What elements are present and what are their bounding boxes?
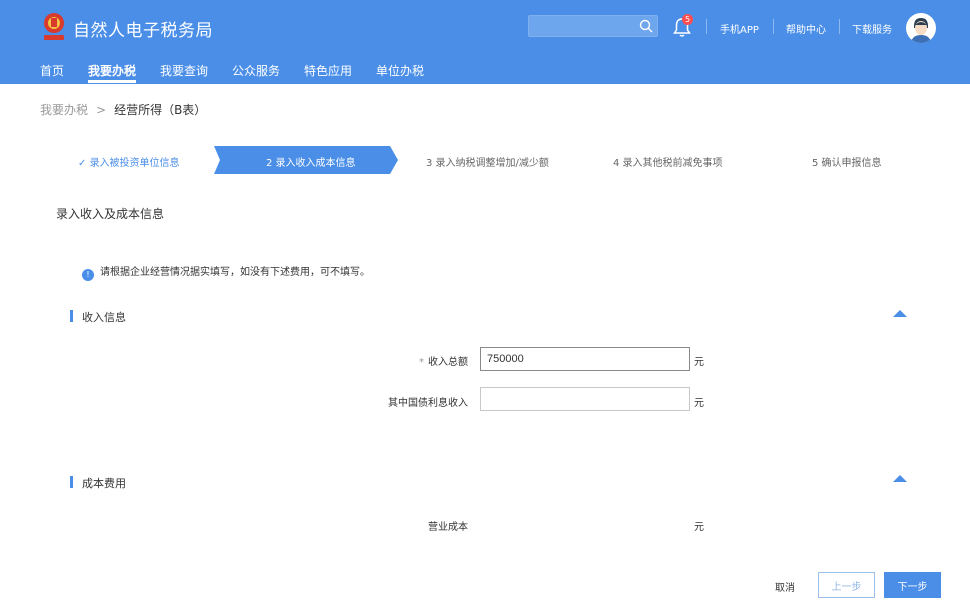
mobile-app-link[interactable]: 手机APP bbox=[720, 21, 759, 36]
help-center-link[interactable]: 帮助中心 bbox=[786, 21, 826, 36]
step-2[interactable]: 2 录入收入成本信息 bbox=[266, 154, 356, 169]
nav-item-employer-tax[interactable]: 单位办税 bbox=[376, 62, 424, 79]
check-icon: ✓ bbox=[78, 158, 90, 169]
divider bbox=[706, 19, 707, 34]
search-box[interactable] bbox=[528, 15, 658, 37]
notification-badge: 5 bbox=[682, 14, 693, 25]
group-marker bbox=[70, 310, 73, 322]
prev-step-button[interactable]: 上一步 bbox=[818, 572, 875, 598]
step-5[interactable]: 5 确认申报信息 bbox=[812, 154, 882, 169]
notice-text: 请根据企业经营情况据实填写，如没有下述费用，可不填写。 bbox=[100, 267, 370, 278]
bond-interest-label: 其中国债利息收入 bbox=[388, 398, 468, 409]
breadcrumb-current: 经营所得（B表） bbox=[114, 103, 207, 117]
download-service-link[interactable]: 下载服务 bbox=[852, 21, 892, 36]
nav-item-public-service[interactable]: 公众服务 bbox=[232, 62, 280, 79]
required-mark: * bbox=[419, 357, 424, 368]
step-4[interactable]: 4 录入其他税前减免事项 bbox=[613, 154, 723, 169]
bond-interest-input[interactable] bbox=[480, 387, 690, 411]
total-income-input[interactable] bbox=[480, 347, 690, 371]
nav-item-query[interactable]: 我要查询 bbox=[160, 62, 208, 79]
operating-cost-label: 营业成本 bbox=[428, 522, 468, 533]
nav-item-home[interactable]: 首页 bbox=[40, 62, 64, 79]
unit-label: 元 bbox=[694, 357, 704, 368]
nav-item-featured-apps[interactable]: 特色应用 bbox=[304, 62, 352, 79]
unit-label: 元 bbox=[694, 398, 704, 409]
step-progress: ✓ 录入被投资单位信息 2 录入收入成本信息 3 录入纳税调整增加/减少额 4 … bbox=[0, 146, 970, 174]
income-group-title: 收入信息 bbox=[82, 311, 126, 324]
divider bbox=[839, 19, 840, 34]
avatar-icon bbox=[911, 18, 931, 43]
divider bbox=[773, 19, 774, 34]
chevron-right-icon: > bbox=[96, 103, 107, 117]
cost-group-title: 成本费用 bbox=[82, 477, 126, 490]
step-1-label: 录入被投资单位信息 bbox=[89, 158, 180, 169]
collapse-caret-icon[interactable] bbox=[893, 310, 907, 317]
site-title: 自然人电子税务局 bbox=[73, 21, 213, 41]
notice: ! 请根据企业经营情况据实填写，如没有下述费用，可不填写。 bbox=[82, 263, 370, 281]
step-1[interactable]: ✓ 录入被投资单位信息 bbox=[78, 154, 180, 169]
header: 自然人电子税务局 5 手机APP 帮助中心 下载服务 首页 我要办税 我要查询 … bbox=[0, 0, 970, 84]
tax-emblem-logo-icon bbox=[44, 13, 64, 40]
group-marker bbox=[70, 476, 73, 488]
cancel-button[interactable]: 取消 bbox=[762, 574, 808, 598]
info-icon: ! bbox=[82, 269, 94, 281]
next-step-button[interactable]: 下一步 bbox=[884, 572, 941, 598]
main-nav: 首页 我要办税 我要查询 公众服务 特色应用 单位办税 bbox=[0, 56, 970, 84]
section-title: 录入收入及成本信息 bbox=[56, 207, 165, 221]
total-income-label-text: 收入总额 bbox=[428, 357, 468, 368]
user-avatar[interactable] bbox=[906, 13, 936, 43]
collapse-caret-icon[interactable] bbox=[893, 475, 907, 482]
breadcrumb: 我要办税 > 经营所得（B表） bbox=[40, 101, 206, 118]
step-3[interactable]: 3 录入纳税调整增加/减少额 bbox=[426, 154, 549, 169]
nav-item-tax-handling[interactable]: 我要办税 bbox=[88, 62, 136, 79]
nav-active-indicator bbox=[88, 80, 136, 83]
total-income-label: * 收入总额 bbox=[419, 353, 468, 368]
unit-label: 元 bbox=[694, 522, 704, 533]
breadcrumb-parent[interactable]: 我要办税 bbox=[40, 103, 88, 117]
search-icon[interactable] bbox=[639, 19, 653, 33]
